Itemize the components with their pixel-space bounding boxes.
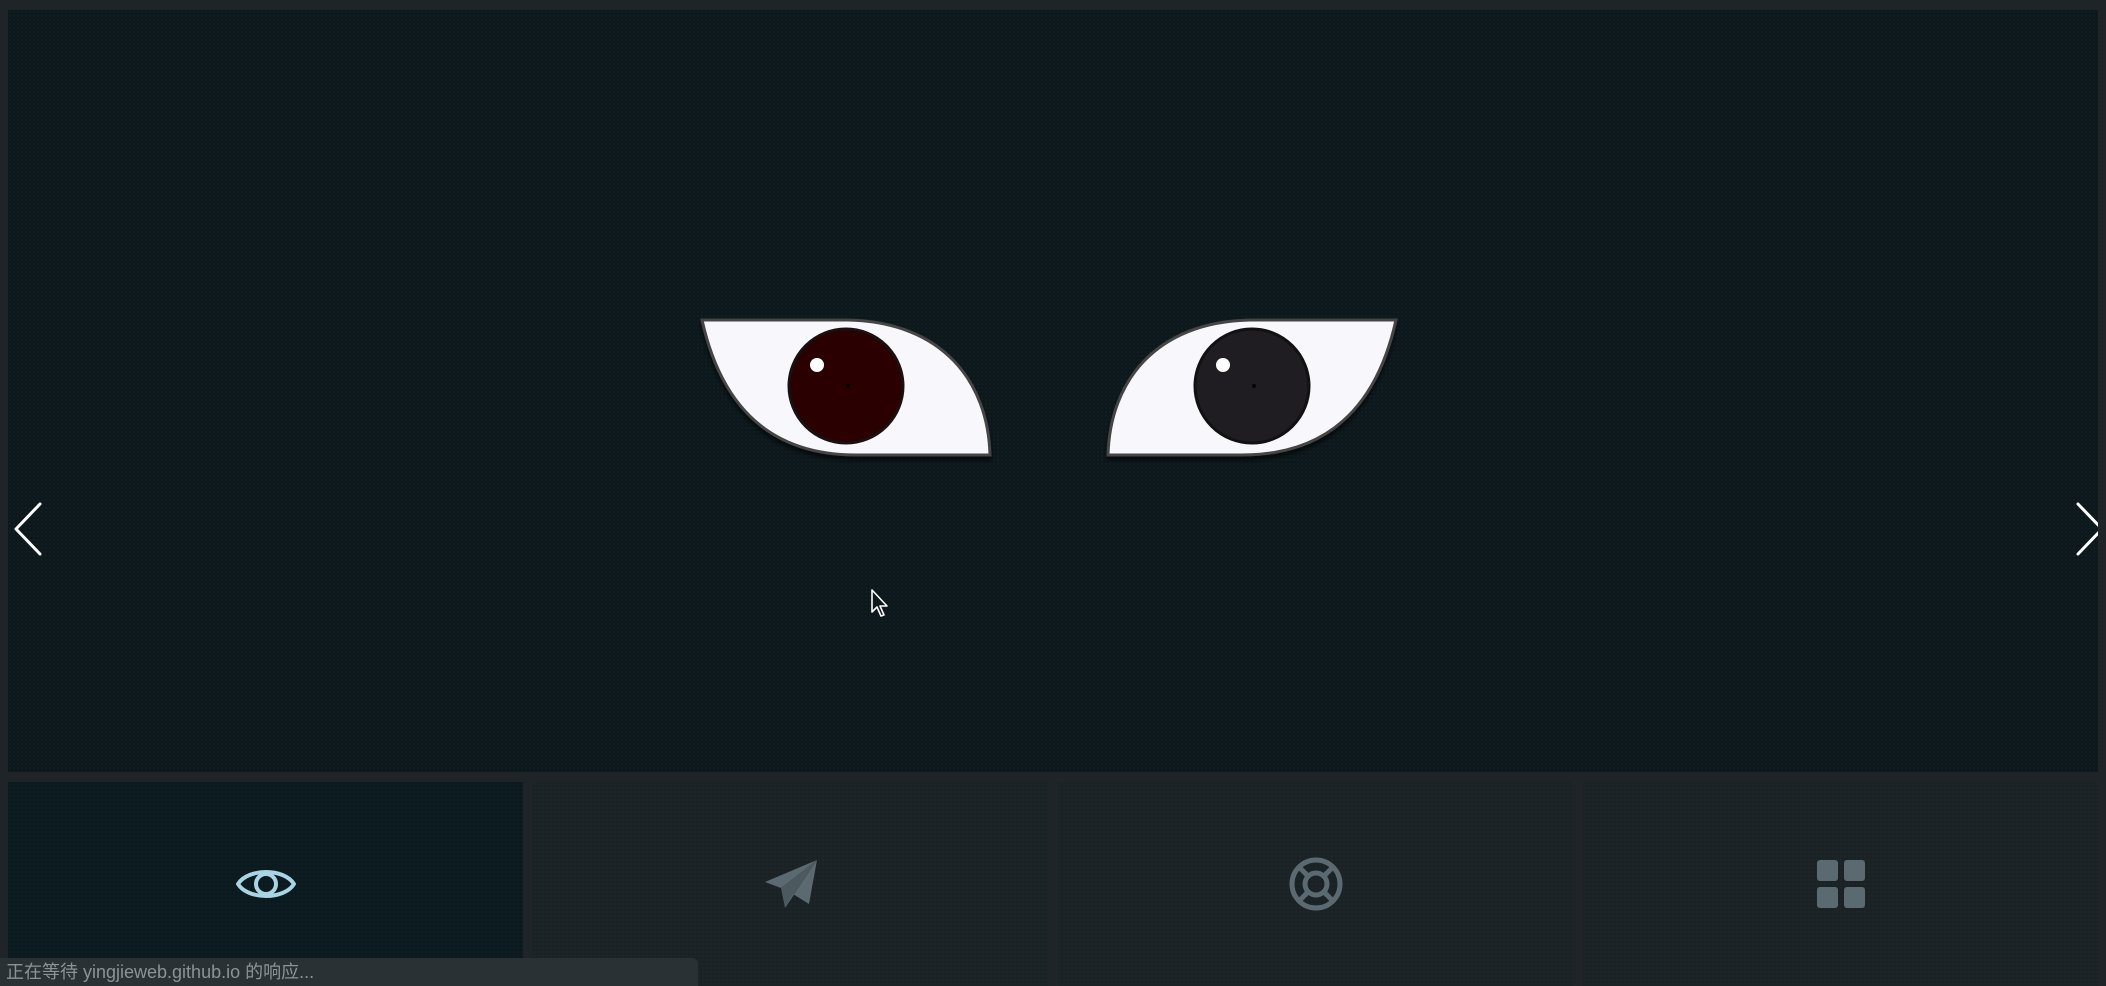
left-eye-pupil xyxy=(846,384,850,388)
right-eye-pupil xyxy=(1252,384,1256,388)
prev-slide-button[interactable] xyxy=(8,500,52,558)
next-slide-button[interactable] xyxy=(2066,500,2098,558)
browser-status-bar: 正在等待 yingjieweb.github.io 的响应... xyxy=(0,958,698,986)
tab-support[interactable] xyxy=(1058,782,1573,986)
tab-eye[interactable] xyxy=(8,782,523,986)
eyes-slide xyxy=(8,10,2098,772)
tab-send[interactable] xyxy=(533,782,1048,986)
left-eye-highlight xyxy=(810,358,824,372)
left-eye xyxy=(700,318,992,457)
chevron-left-icon xyxy=(14,502,42,556)
right-eye xyxy=(1106,318,1398,457)
eye-icon xyxy=(235,870,296,898)
lifebuoy-icon xyxy=(1289,857,1342,911)
eyes-illustration xyxy=(700,318,1398,457)
chevron-right-icon xyxy=(2076,502,2098,556)
right-eye-highlight xyxy=(1216,358,1230,372)
tab-apps[interactable] xyxy=(1583,782,2098,986)
mouse-cursor-icon xyxy=(871,589,888,617)
grid-icon xyxy=(1816,860,1865,908)
page: 正在等待 yingjieweb.github.io 的响应... xyxy=(0,0,2106,986)
bottom-tab-bar xyxy=(8,782,2098,986)
paper-plane-icon xyxy=(764,860,817,908)
